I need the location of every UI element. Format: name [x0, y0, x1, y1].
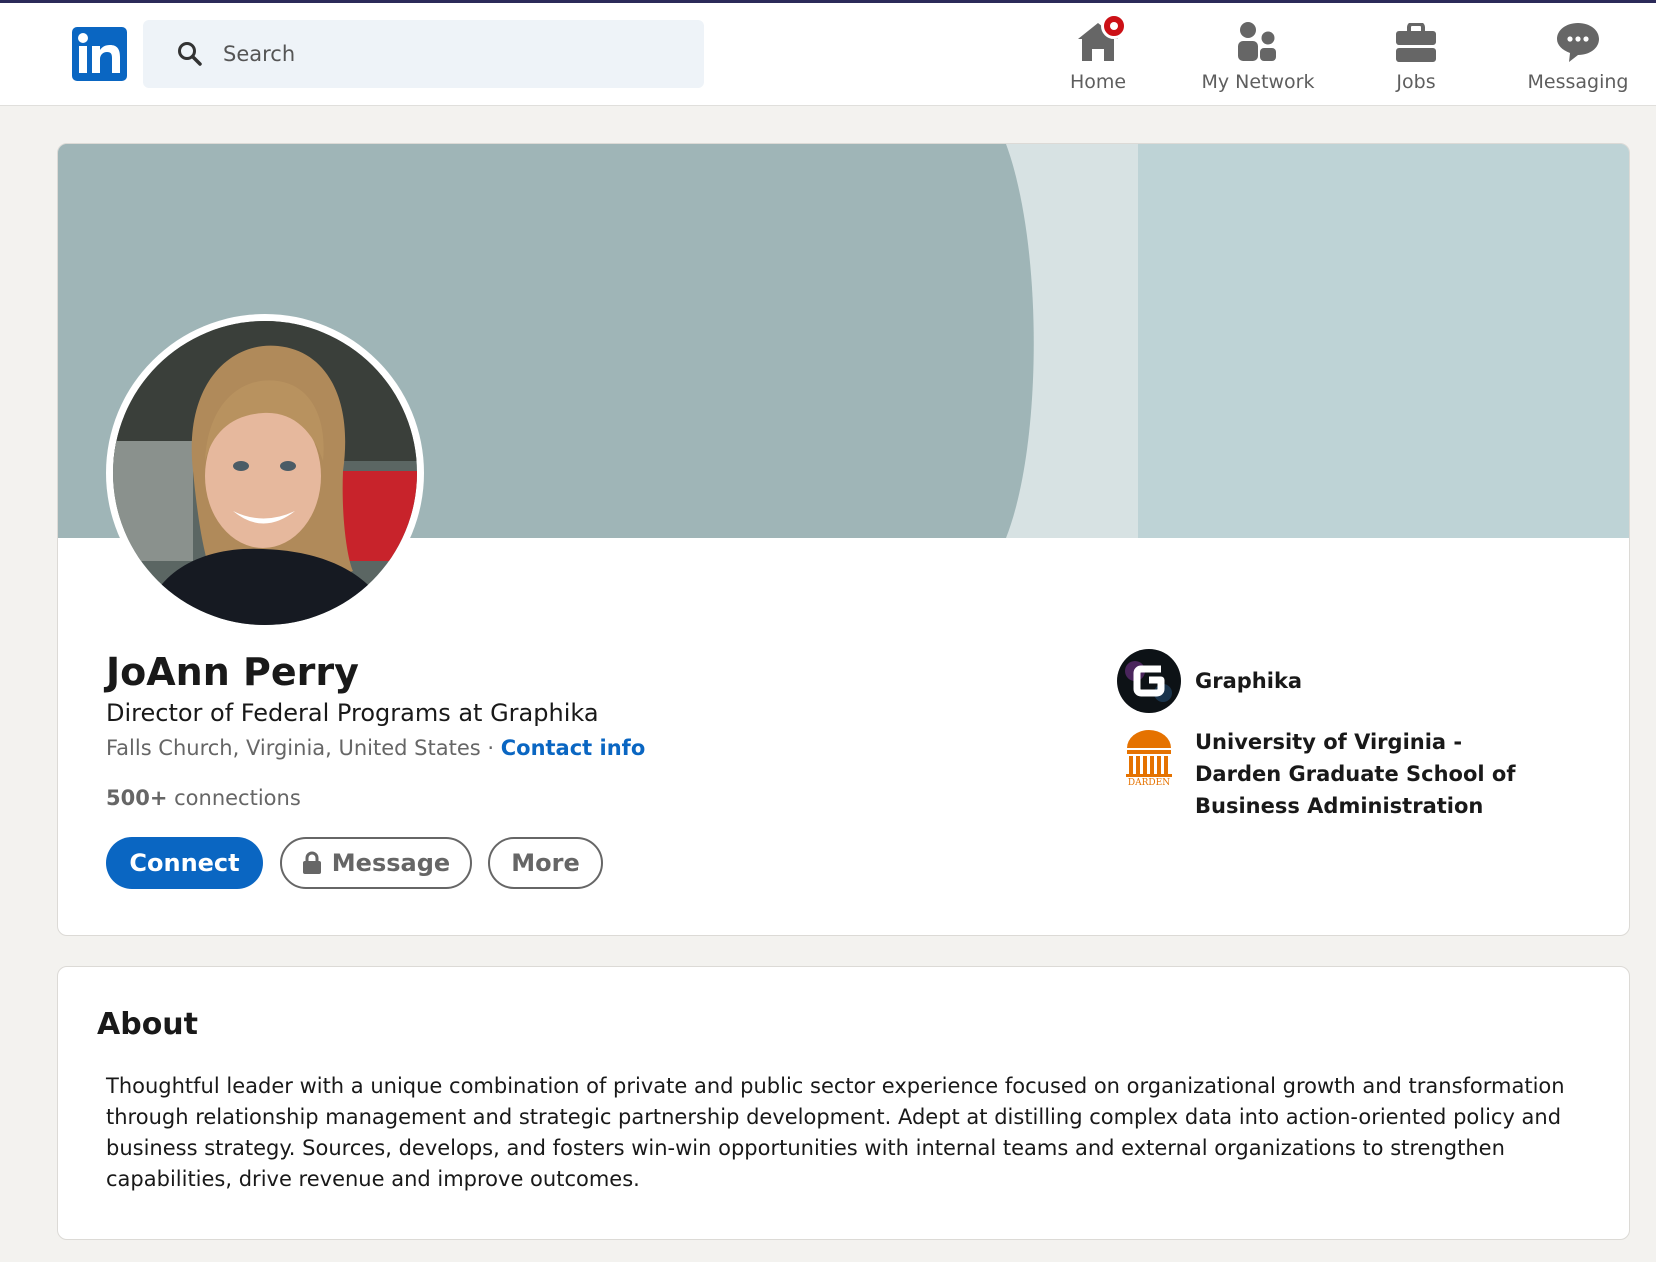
search-icon [177, 41, 203, 71]
connections-label: connections [167, 786, 301, 810]
connections-number: 500+ [106, 786, 168, 810]
briefcase-icon [1396, 23, 1436, 62]
nav-item-jobs[interactable]: Jobs [1386, 17, 1446, 97]
notification-badge-icon [1101, 13, 1127, 39]
connect-button-label: Connect [129, 849, 240, 877]
messaging-icon [1557, 23, 1599, 62]
current-company[interactable]: Graphika [1117, 649, 1302, 713]
search-input[interactable] [223, 32, 683, 76]
contact-info-link[interactable]: Contact info [501, 736, 646, 760]
about-text: Thoughtful leader with a unique combinat… [106, 1074, 1565, 1191]
location-row: Falls Church, Virginia, United States · … [106, 736, 645, 760]
graphika-logo-icon [1117, 649, 1181, 713]
darden-logo-icon: DARDEN [1117, 726, 1181, 790]
nav-item-messaging[interactable]: Messaging [1526, 17, 1630, 97]
about-card: About Thoughtful leader with a unique co… [57, 966, 1630, 1240]
profile-headline: Director of Federal Programs at Graphika [106, 699, 599, 727]
nav-label-messaging: Messaging [1527, 71, 1629, 93]
linkedin-logo-icon[interactable] [72, 27, 127, 81]
message-button-label: Message [331, 849, 451, 877]
nav-label-home: Home [1069, 71, 1127, 93]
connections-count[interactable]: 500+ connections [106, 786, 301, 810]
lock-icon [302, 851, 321, 874]
nav-label-jobs: Jobs [1396, 71, 1436, 93]
connect-button[interactable]: Connect [106, 837, 263, 889]
nav-item-my-network[interactable]: My Network [1196, 17, 1320, 97]
profile-photo[interactable] [106, 314, 424, 632]
message-button[interactable]: Message [280, 837, 472, 889]
profile-name: JoAnn Perry [106, 650, 359, 694]
global-nav: Home My Network Jobs [0, 3, 1656, 106]
nav-item-home[interactable]: Home [1060, 13, 1136, 97]
education-school-name: University of Virginia - Darden Graduate… [1195, 730, 1516, 818]
education-school[interactable]: DARDEN University of Virginia - Darden G… [1117, 726, 1555, 822]
nav-label-my-network: My Network [1201, 71, 1315, 93]
search-bar[interactable] [143, 20, 704, 88]
current-company-name: Graphika [1195, 669, 1303, 693]
darden-logo-text: DARDEN [1127, 778, 1171, 788]
location-separator: · [480, 736, 501, 760]
people-icon [1238, 22, 1276, 61]
more-button-label: More [511, 849, 580, 877]
about-title: About [97, 1007, 199, 1042]
profile-card: JoAnn Perry Director of Federal Programs… [57, 143, 1630, 936]
profile-location: Falls Church, Virginia, United States [106, 736, 481, 760]
more-button[interactable]: More [488, 837, 603, 889]
